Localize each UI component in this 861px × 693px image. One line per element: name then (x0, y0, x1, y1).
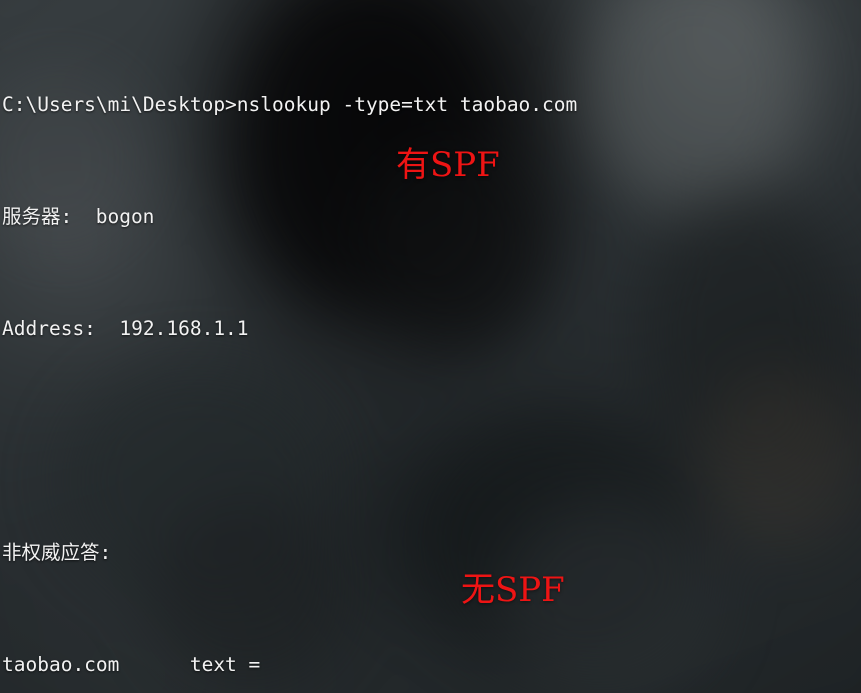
console-line-blank-1 (2, 427, 861, 455)
console-line-address-1: Address: 192.168.1.1 (2, 317, 249, 340)
console-output[interactable]: C:\Users\mi\Desktop>nslookup -type=txt t… (0, 0, 861, 693)
annotation-has-spf: 有SPF (396, 145, 500, 185)
annotation-no-spf: 无SPF (461, 570, 565, 610)
screenshot-root: C:\Users\mi\Desktop>nslookup -type=txt t… (0, 0, 861, 693)
console-line-server-1: 服务器: bogon (2, 205, 155, 228)
console-line-taobao-text-1: taobao.com text = (2, 653, 261, 676)
console-line-command-1: C:\Users\mi\Desktop>nslookup -type=txt t… (2, 93, 578, 116)
console-line-nonauthoritative-header: 非权威应答: (2, 541, 112, 564)
